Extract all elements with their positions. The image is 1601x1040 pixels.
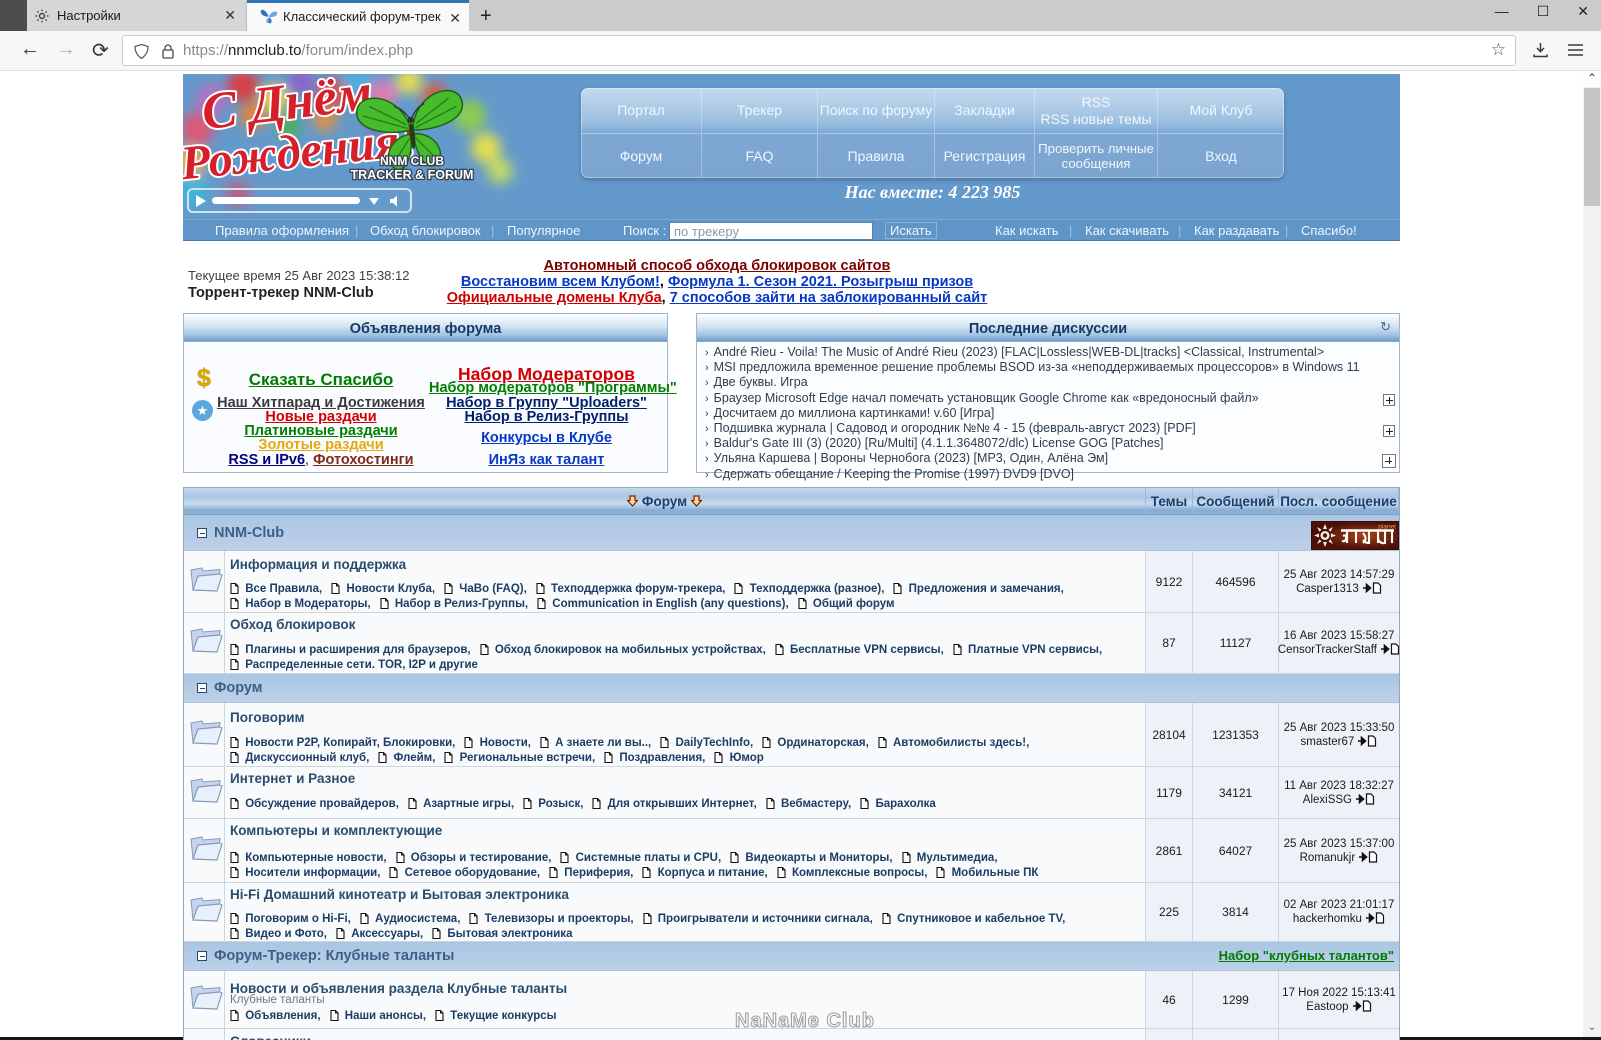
svg-text:TRACKER & FORUM: TRACKER & FORUM: [351, 168, 474, 182]
svg-text:planet: planet: [1378, 524, 1396, 531]
svg-text:NNM CLUB: NNM CLUB: [380, 154, 444, 168]
